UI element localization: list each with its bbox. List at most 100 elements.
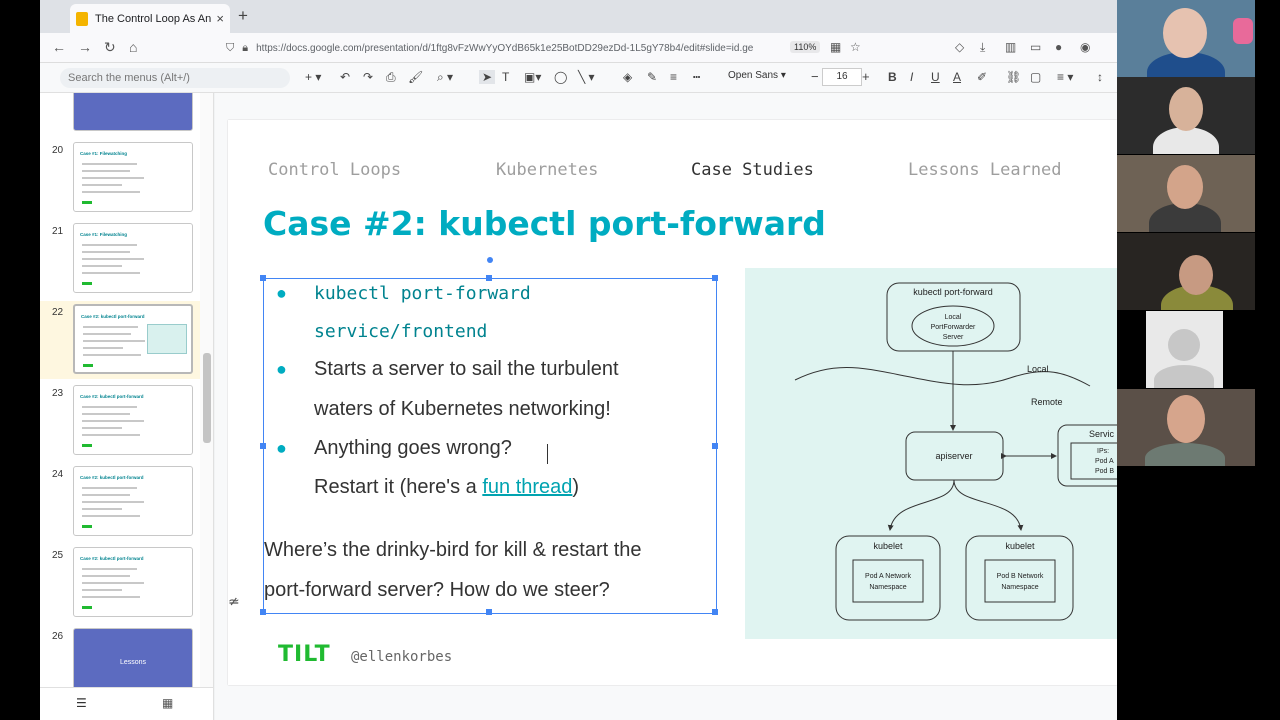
thumbnail-title: Case #1: Filewatching <box>80 232 128 237</box>
comment-icon[interactable]: ▢ <box>1030 70 1041 84</box>
thumbnail-logo <box>82 525 92 528</box>
resize-handle[interactable] <box>260 443 266 449</box>
slide-thumbnail[interactable]: Case #2: kubectl port-forward <box>73 547 193 617</box>
border-dash-icon[interactable]: ┅ <box>693 70 700 84</box>
resize-handle[interactable] <box>486 609 492 615</box>
participant-video-3[interactable] <box>1117 155 1255 232</box>
slide-title[interactable]: Case #2: kubectl port-forward <box>263 204 826 243</box>
bullet2-line2: waters of Kubernetes networking! <box>314 398 611 420</box>
nav-lessons-learned: Lessons Learned <box>908 160 1062 180</box>
forward-icon[interactable]: → <box>78 39 92 55</box>
author-handle: @ellenkorbes <box>351 649 453 665</box>
participant-face <box>1179 255 1213 295</box>
account-icon[interactable]: ◉ <box>1080 40 1090 54</box>
filmstrip-item-24[interactable]: 24 Case #2: kubectl port-forward <box>40 463 200 541</box>
align-icon[interactable]: ≡ ▾ <box>1057 70 1073 84</box>
participant-video-6[interactable] <box>1117 389 1255 466</box>
filmstrip-scroll-thumb[interactable] <box>203 353 211 443</box>
text-box-icon[interactable]: T <box>502 70 509 84</box>
participant-face <box>1163 8 1207 58</box>
participant-video-2[interactable] <box>1117 77 1255 154</box>
library-icon[interactable]: ▥ <box>1005 40 1016 54</box>
filmstrip-item-23[interactable]: 23 Case #2: kubectl port-forward <box>40 382 200 460</box>
slide-thumbnail[interactable] <box>73 93 193 131</box>
italic-icon[interactable]: I <box>910 70 913 84</box>
filmstrip-item-20[interactable]: 20 Case #1: Filewatching <box>40 139 200 217</box>
address-bar[interactable]: ⛉ 🔒︎ https://docs.google.com/presentatio… <box>226 38 846 58</box>
download-icon[interactable]: ⤓ <box>980 40 985 55</box>
slide-number: 25 <box>52 550 64 561</box>
filmstrip-item-19[interactable] <box>40 93 200 133</box>
paint-format-icon[interactable]: 🖌︎ <box>408 70 423 84</box>
resize-handle[interactable] <box>712 443 718 449</box>
undo-icon[interactable]: ↶ <box>340 70 350 84</box>
slide-thumbnail[interactable]: Case #2: kubectl port-forward <box>73 304 193 374</box>
browser-tab[interactable]: The Control Loop As An Applic × <box>70 4 230 33</box>
reload-icon[interactable]: ↻ <box>104 39 116 56</box>
browser-window: The Control Loop As An Applic × + ← → ↻ … <box>40 0 1117 720</box>
resize-handle[interactable] <box>712 609 718 615</box>
thumbnail-text-line <box>82 265 122 267</box>
slide-thumbnail[interactable]: Case #1: Filewatching <box>73 223 193 293</box>
selected-text-box[interactable]: ● kubectl port-forward service/frontend … <box>260 257 718 615</box>
port-forward-diagram[interactable]: kubectl port-forward Local PortForwarder… <box>745 268 1117 639</box>
font-family-select[interactable]: Open Sans ▾ <box>728 70 786 81</box>
participant-video-4[interactable] <box>1117 233 1255 310</box>
thumbnail-text-line <box>82 575 130 577</box>
underline-icon[interactable]: U <box>931 70 940 84</box>
resize-handle[interactable] <box>712 275 718 281</box>
bookmark-star-icon[interactable]: ☆ <box>850 40 861 54</box>
pocket-icon[interactable]: ◇ <box>955 40 964 54</box>
border-weight-icon[interactable]: ≡ <box>670 70 677 84</box>
text-color-icon[interactable]: A <box>953 70 961 84</box>
font-size-decrease-button[interactable]: − <box>811 69 819 84</box>
new-slide-icon[interactable]: + ▾ <box>305 70 321 84</box>
slide-thumbnail[interactable]: Case #2: kubectl port-forward <box>73 385 193 455</box>
filmstrip-item-21[interactable]: 21 Case #1: Filewatching <box>40 220 200 298</box>
slide-thumbnail[interactable]: Case #1: Filewatching <box>73 142 193 212</box>
grid-view-icon[interactable]: ▦ <box>162 696 173 710</box>
border-color-icon[interactable]: ✎ <box>647 70 657 84</box>
line-icon[interactable]: ╲ ▾ <box>578 70 595 84</box>
new-tab-icon[interactable]: + <box>238 6 248 26</box>
nav-kubernetes: Kubernetes <box>496 160 599 180</box>
print-icon[interactable]: ⎙ <box>386 70 396 85</box>
participant-video-5-placeholder[interactable] <box>1146 311 1223 388</box>
close-tab-icon[interactable]: × <box>216 11 224 26</box>
fill-color-icon[interactable]: ◈ <box>623 70 632 84</box>
thumbnail-logo <box>82 606 92 609</box>
bullet3-line2-suffix: ) <box>572 476 580 498</box>
rotate-handle[interactable] <box>487 257 493 263</box>
grid-icon[interactable]: ▦ <box>830 40 841 54</box>
filmstrip-item-25[interactable]: 25 Case #2: kubectl port-forward <box>40 544 200 622</box>
home-icon[interactable]: ⌂ <box>129 39 137 55</box>
zoom-icon[interactable]: ⌕ ▾ <box>437 70 453 85</box>
menu-search-input[interactable]: Search the menus (Alt+/) <box>60 68 290 88</box>
thumbnail-text-line <box>82 191 140 193</box>
bold-icon[interactable]: B <box>888 70 897 84</box>
filmstrip-item-22[interactable]: 22 Case #2: kubectl port-forward <box>40 301 200 379</box>
select-tool-icon[interactable]: ➤ <box>479 70 496 84</box>
highlight-icon[interactable]: ✐ <box>977 70 987 84</box>
participant-video-1[interactable] <box>1117 0 1255 77</box>
image-icon[interactable]: ▣▾ <box>524 70 541 84</box>
resize-handle[interactable] <box>260 609 266 615</box>
resize-handle[interactable] <box>486 275 492 281</box>
extension-icon[interactable]: ● <box>1055 40 1062 54</box>
slide-thumbnail[interactable]: Case #2: kubectl port-forward <box>73 466 193 536</box>
zoom-level[interactable]: 110% <box>790 41 821 53</box>
list-view-icon[interactable]: ☰ <box>76 696 87 710</box>
link-icon[interactable]: ⛓ <box>1006 70 1021 84</box>
resize-handle[interactable] <box>260 275 266 281</box>
slide-number: 21 <box>52 226 64 237</box>
back-icon[interactable]: ← <box>52 39 66 55</box>
line-spacing-icon[interactable]: ↕ <box>1097 70 1103 84</box>
fun-thread-link[interactable]: fun thread <box>482 476 572 498</box>
format-options-icon[interactable]: ≄ <box>228 593 240 610</box>
font-size-input[interactable]: 16 <box>822 68 862 86</box>
sidebar-icon[interactable]: ▭ <box>1030 40 1041 54</box>
shape-icon[interactable]: ◯ <box>554 70 567 84</box>
remote-label: Remote <box>1031 397 1063 407</box>
redo-icon[interactable]: ↷ <box>363 70 373 84</box>
font-size-increase-button[interactable]: + <box>862 69 870 84</box>
